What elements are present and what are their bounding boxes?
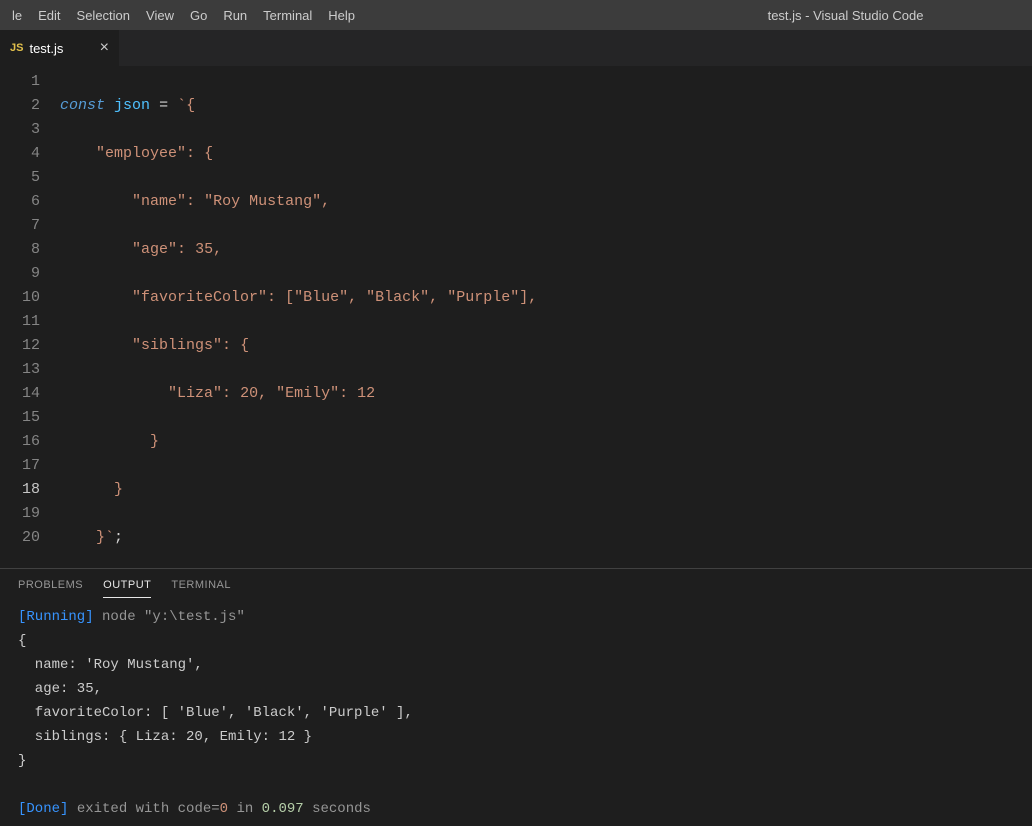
menu-edit[interactable]: Edit xyxy=(30,0,68,30)
menu-view[interactable]: View xyxy=(138,0,182,30)
menu-file[interactable]: le xyxy=(4,0,30,30)
menu-go[interactable]: Go xyxy=(182,0,215,30)
line-gutter: 12345 678910 1112131415 1617181920 xyxy=(0,70,60,568)
bottom-panel: PROBLEMS OUTPUT TERMINAL [Running] node … xyxy=(0,568,1032,826)
panel-tab-output[interactable]: OUTPUT xyxy=(103,573,151,598)
js-file-icon: JS xyxy=(10,42,23,54)
tab-label: test.js xyxy=(29,41,63,56)
panel-tabs: PROBLEMS OUTPUT TERMINAL xyxy=(0,569,1032,601)
menubar: le Edit Selection View Go Run Terminal H… xyxy=(0,0,1032,30)
menu-help[interactable]: Help xyxy=(320,0,363,30)
close-icon[interactable]: × xyxy=(100,40,109,56)
panel-tab-terminal[interactable]: TERMINAL xyxy=(171,573,231,597)
editor-area[interactable]: 12345 678910 1112131415 1617181920 const… xyxy=(0,66,1032,568)
window-title: test.js - Visual Studio Code xyxy=(363,8,1028,23)
editor-tabs: JS test.js × xyxy=(0,30,1032,66)
output-content[interactable]: [Running] node "y:\test.js" { name: 'Roy… xyxy=(0,601,1032,826)
tab-test-js[interactable]: JS test.js × xyxy=(0,30,120,66)
menu-run[interactable]: Run xyxy=(215,0,255,30)
panel-tab-problems[interactable]: PROBLEMS xyxy=(18,573,83,597)
menu-selection[interactable]: Selection xyxy=(69,0,138,30)
menu-terminal[interactable]: Terminal xyxy=(255,0,320,30)
code-content[interactable]: const json = `{ "employee": { "name": "R… xyxy=(60,70,1032,568)
